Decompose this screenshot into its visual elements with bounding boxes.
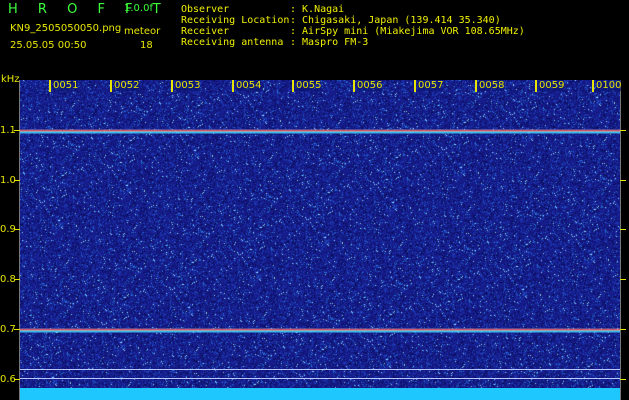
right-axis-line: [620, 80, 621, 400]
antenna-label: Receiving antenna: [181, 37, 284, 48]
x-tick-label: 0057: [418, 80, 444, 91]
x-tick-label: 0051: [53, 80, 79, 91]
y-tick-mark: [14, 329, 20, 330]
signal-band-upper: [20, 129, 620, 134]
right-tick-mark: [620, 130, 626, 131]
x-tick-label: 0053: [175, 80, 201, 91]
x-tick-label: 0100: [596, 80, 622, 91]
x-tick-label: 0059: [539, 80, 565, 91]
y-tick-mark: [14, 130, 20, 131]
right-tick-mark: [620, 279, 626, 280]
x-tick-label: 0055: [296, 80, 322, 91]
location-value: : Chigasaki, Japan (139.414 35.340): [290, 15, 501, 26]
x-tick-label: 0052: [114, 80, 140, 91]
meteor-count: 18: [140, 40, 153, 51]
image-filename: KN9_2505050050.png: [10, 23, 122, 34]
x-tick-mark: [110, 80, 112, 92]
right-tick-mark: [620, 180, 626, 181]
y-axis-line: [19, 80, 20, 400]
app-version: 1.0.0f: [124, 3, 153, 14]
x-tick-mark: [292, 80, 294, 92]
header-panel: H R O F F T 1.0.0f KN9_2505050050.png 25…: [0, 0, 629, 78]
spectrogram-noise: [20, 80, 620, 400]
receiver-value: : AirSpy mini (Miakejima VOR 108.65MHz): [290, 26, 525, 37]
spectrogram-plot: [20, 80, 620, 400]
observer-value: : K.Nagai: [290, 4, 345, 15]
meteor-label: meteor: [124, 26, 161, 37]
y-tick-mark: [14, 180, 20, 181]
x-tick-label: 0054: [236, 80, 262, 91]
right-tick-mark: [620, 379, 626, 380]
y-tick-mark: [14, 279, 20, 280]
right-tick-mark: [620, 229, 626, 230]
x-tick-mark: [475, 80, 477, 92]
x-tick-mark: [414, 80, 416, 92]
x-tick-mark: [171, 80, 173, 92]
location-label: Receiving Location: [181, 15, 290, 26]
x-tick-mark: [232, 80, 234, 92]
x-tick-mark: [353, 80, 355, 92]
noise-floor-band: [20, 388, 620, 400]
x-tick-label: 0056: [357, 80, 383, 91]
x-tick-label: 0058: [479, 80, 505, 91]
reference-line-1: [20, 369, 620, 370]
x-tick-mark: [535, 80, 537, 92]
y-tick-mark: [14, 229, 20, 230]
capture-datetime: 25.05.05 00:50: [10, 40, 87, 51]
receiver-label: Receiver: [181, 26, 230, 37]
x-tick-mark: [592, 80, 594, 92]
x-tick-mark: [49, 80, 51, 92]
y-tick-mark: [14, 379, 20, 380]
signal-band-lower: [20, 328, 620, 333]
antenna-value: : Maspro FM-3: [290, 37, 369, 48]
right-tick-mark: [620, 329, 626, 330]
observer-label: Observer: [181, 4, 230, 15]
y-unit-label: kHz: [1, 74, 20, 85]
reference-line-2: [20, 378, 620, 379]
